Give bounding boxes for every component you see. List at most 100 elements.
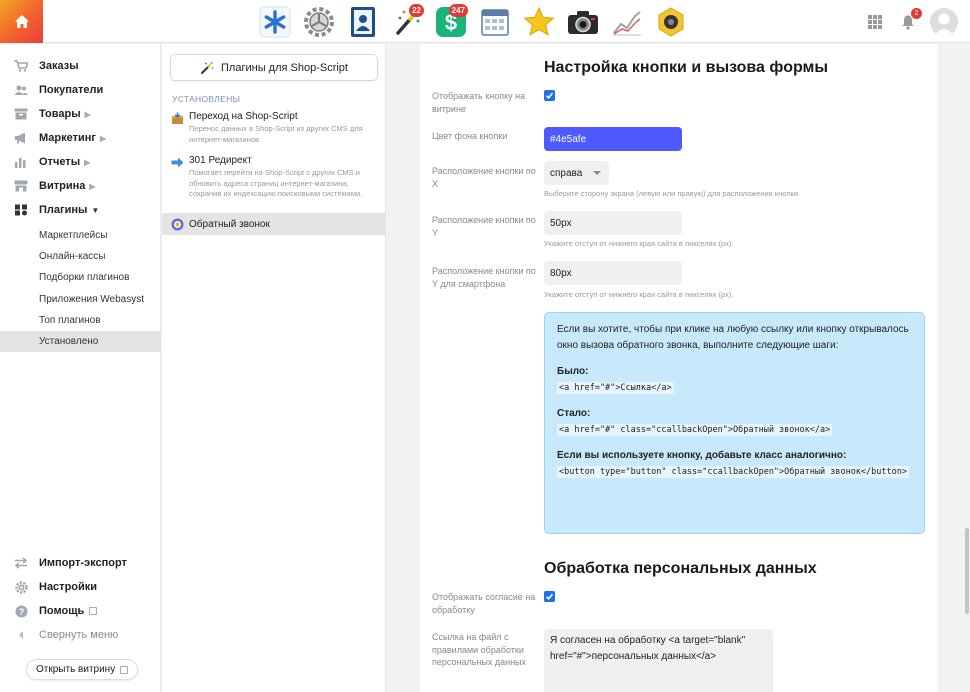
installed-heading: УСТАНОВЛЕНЫ bbox=[172, 94, 241, 104]
sidebar-item-marketing[interactable]: Маркетинг ▶ bbox=[0, 126, 161, 150]
chevron-right-icon: ▶ bbox=[89, 181, 96, 191]
sidebar-item-plugins[interactable]: Плагины ▼ bbox=[0, 198, 161, 222]
sidebar-item-storefront[interactable]: Витрина ▶ bbox=[0, 174, 161, 198]
sidebar-item-label: Помощь bbox=[39, 605, 85, 617]
position-x-value: справа bbox=[550, 167, 583, 179]
plugin-description: Перенос данных в Shop-Script из других C… bbox=[189, 124, 363, 144]
users-icon bbox=[14, 84, 28, 96]
open-storefront-button[interactable]: Открыть витрину bbox=[26, 659, 139, 680]
webcam-app-icon[interactable] bbox=[652, 3, 689, 40]
sidebar-item-label: Импорт-экспорт bbox=[39, 557, 127, 569]
sidebar-item-label: Витрина bbox=[39, 180, 86, 192]
swap-arrows-icon bbox=[14, 557, 28, 569]
sidebar-item-settings[interactable]: Настройки bbox=[0, 575, 161, 599]
sidebar-item-orders[interactable]: Заказы bbox=[0, 54, 161, 78]
section-title-personal-data: Обработка персональных данных bbox=[544, 560, 817, 577]
box-icon bbox=[14, 108, 28, 120]
app-badge: 247 bbox=[448, 4, 468, 17]
megaphone-icon bbox=[14, 132, 28, 144]
show-consent-checkbox[interactable] bbox=[544, 591, 555, 602]
sidebar-item-label: Покупатели bbox=[39, 84, 104, 96]
info-button-code: <button type="button" class="ccallbackOp… bbox=[557, 466, 909, 478]
position-y-mobile-label: Расположение кнопки по Y для смартфона bbox=[432, 266, 536, 289]
plugin-title: 301 Редирект bbox=[189, 155, 252, 166]
plugin-item-migrate[interactable]: Переход на Shop-Script Перенос данных в … bbox=[162, 110, 386, 150]
magic-wand-app-icon[interactable]: 22 bbox=[388, 3, 425, 40]
sidebar-subitem-top-plugins[interactable]: Топ плагинов bbox=[0, 310, 161, 331]
chevron-right-icon: ▶ bbox=[84, 157, 91, 167]
sidebar-subitem-marketplaces[interactable]: Маркетплейсы bbox=[0, 225, 161, 246]
external-link-icon bbox=[89, 607, 98, 615]
chevron-down-icon: ▼ bbox=[91, 205, 100, 215]
plugins-store-button[interactable]: Плагины для Shop-Script bbox=[170, 54, 378, 81]
usage-info-box: Если вы хотите, чтобы при клике на любую… bbox=[544, 312, 925, 534]
position-x-label: Расположение кнопки по X bbox=[432, 166, 536, 189]
arrow-right-icon bbox=[171, 157, 184, 168]
home-icon bbox=[14, 15, 29, 28]
consent-link-label: Ссылка на файл с правилами обработки пер… bbox=[432, 632, 527, 667]
page-scrollbar[interactable] bbox=[964, 44, 970, 692]
position-y-mobile-input[interactable]: 80px bbox=[544, 261, 682, 285]
sidebar-item-reports[interactable]: Отчеты ▶ bbox=[0, 150, 161, 174]
scrollbar-thumb[interactable] bbox=[965, 528, 969, 614]
sidebar-subitem-webasyst-apps[interactable]: Приложения Webasyst bbox=[0, 289, 161, 310]
camera-app-icon[interactable] bbox=[564, 3, 601, 40]
notifications-bell-icon[interactable]: 2 bbox=[900, 7, 922, 30]
info-button-label: Если вы используете кнопку, добавьте кла… bbox=[557, 450, 847, 461]
shop-dollar-app-icon[interactable]: $ 247 bbox=[432, 3, 469, 40]
position-x-hint: Выберите сторону экрана (левую или праву… bbox=[544, 189, 800, 198]
sidebar-item-help[interactable]: ? Помощь bbox=[0, 599, 161, 623]
bg-color-input[interactable]: #4e5afe bbox=[544, 127, 682, 151]
asterisk-app-icon[interactable] bbox=[256, 3, 293, 40]
info-before-label: Было: bbox=[557, 366, 589, 377]
home-button[interactable] bbox=[0, 0, 43, 43]
position-x-select[interactable]: справа bbox=[544, 161, 609, 185]
sidebar-item-label: Заказы bbox=[39, 60, 79, 72]
position-y-mobile-hint: Укажите отступ от нижнего края сайта в п… bbox=[544, 290, 734, 299]
position-y-input[interactable]: 50px bbox=[544, 211, 682, 235]
avatar[interactable] bbox=[930, 7, 958, 36]
star-app-icon[interactable] bbox=[520, 3, 557, 40]
app-badge: 22 bbox=[409, 4, 424, 17]
calendar-app-icon[interactable] bbox=[476, 3, 513, 40]
sidebar-item-label: Плагины bbox=[39, 204, 88, 216]
app-launcher: 22 $ 247 bbox=[256, 3, 689, 40]
plugins-column: Плагины для Shop-Script УСТАНОВЛЕНЫ Пере… bbox=[162, 44, 386, 692]
caret-down-icon bbox=[593, 171, 601, 175]
sidebar-item-label: Настройки bbox=[39, 581, 98, 593]
sidebar-item-products[interactable]: Товары ▶ bbox=[0, 102, 161, 126]
plugin-item-callback[interactable]: Обратный звонок bbox=[162, 213, 386, 235]
contacts-app-icon[interactable] bbox=[344, 3, 381, 40]
callback-phone-icon bbox=[171, 218, 184, 231]
sidebar-item-label: Маркетинг bbox=[39, 132, 96, 144]
plugins-store-label: Плагины для Shop-Script bbox=[221, 61, 348, 74]
sidebar-subitem-plugin-collections[interactable]: Подборки плагинов bbox=[0, 267, 161, 288]
open-storefront-label: Открыть витрину bbox=[36, 664, 116, 675]
plugin-title: Переход на Shop-Script bbox=[189, 111, 298, 122]
chart-app-icon[interactable] bbox=[608, 3, 645, 40]
apps-grid-icon[interactable] bbox=[868, 14, 882, 29]
show-consent-label: Отображать согласие на обработку bbox=[432, 592, 536, 615]
sidebar-subitem-installed[interactable]: Установлено bbox=[0, 331, 161, 352]
show-button-checkbox[interactable] bbox=[544, 90, 555, 101]
sidebar-item-label: Отчеты bbox=[39, 156, 81, 168]
info-after-label: Стало: bbox=[557, 408, 591, 419]
checkmark-icon bbox=[545, 92, 554, 99]
main-sidebar: Заказы Покупатели Товары ▶ Маркетинг ▶ О… bbox=[0, 44, 161, 692]
position-y-label: Расположение кнопки по Y bbox=[432, 215, 536, 238]
show-button-label: Отображать кнопку на витрине bbox=[432, 91, 526, 114]
chevron-right-icon: ▶ bbox=[100, 133, 107, 143]
sidebar-item-import-export[interactable]: Импорт-экспорт bbox=[0, 551, 161, 575]
info-before-code: <a href="#">Ссылка</a> bbox=[557, 382, 674, 394]
bg-color-label: Цвет фона кнопки bbox=[432, 131, 508, 141]
plugin-item-redirect[interactable]: 301 Редирект Помогает перейти на Shop-Sc… bbox=[162, 154, 386, 214]
info-intro: Если вы хотите, чтобы при клике на любую… bbox=[557, 324, 909, 351]
consent-text-textarea[interactable]: Я согласен на обработку <a target="blank… bbox=[544, 629, 773, 692]
sidebar-item-label: Товары bbox=[39, 108, 81, 120]
plugin-title: Обратный звонок bbox=[189, 219, 270, 230]
sidebar-item-customers[interactable]: Покупатели bbox=[0, 78, 161, 102]
sidebar-subitem-online-cashiers[interactable]: Онлайн-кассы bbox=[0, 246, 161, 267]
chevron-right-icon: ▶ bbox=[84, 109, 91, 119]
gear-app-icon[interactable] bbox=[300, 3, 337, 40]
sidebar-collapse-button[interactable]: Свернуть меню bbox=[0, 623, 161, 647]
